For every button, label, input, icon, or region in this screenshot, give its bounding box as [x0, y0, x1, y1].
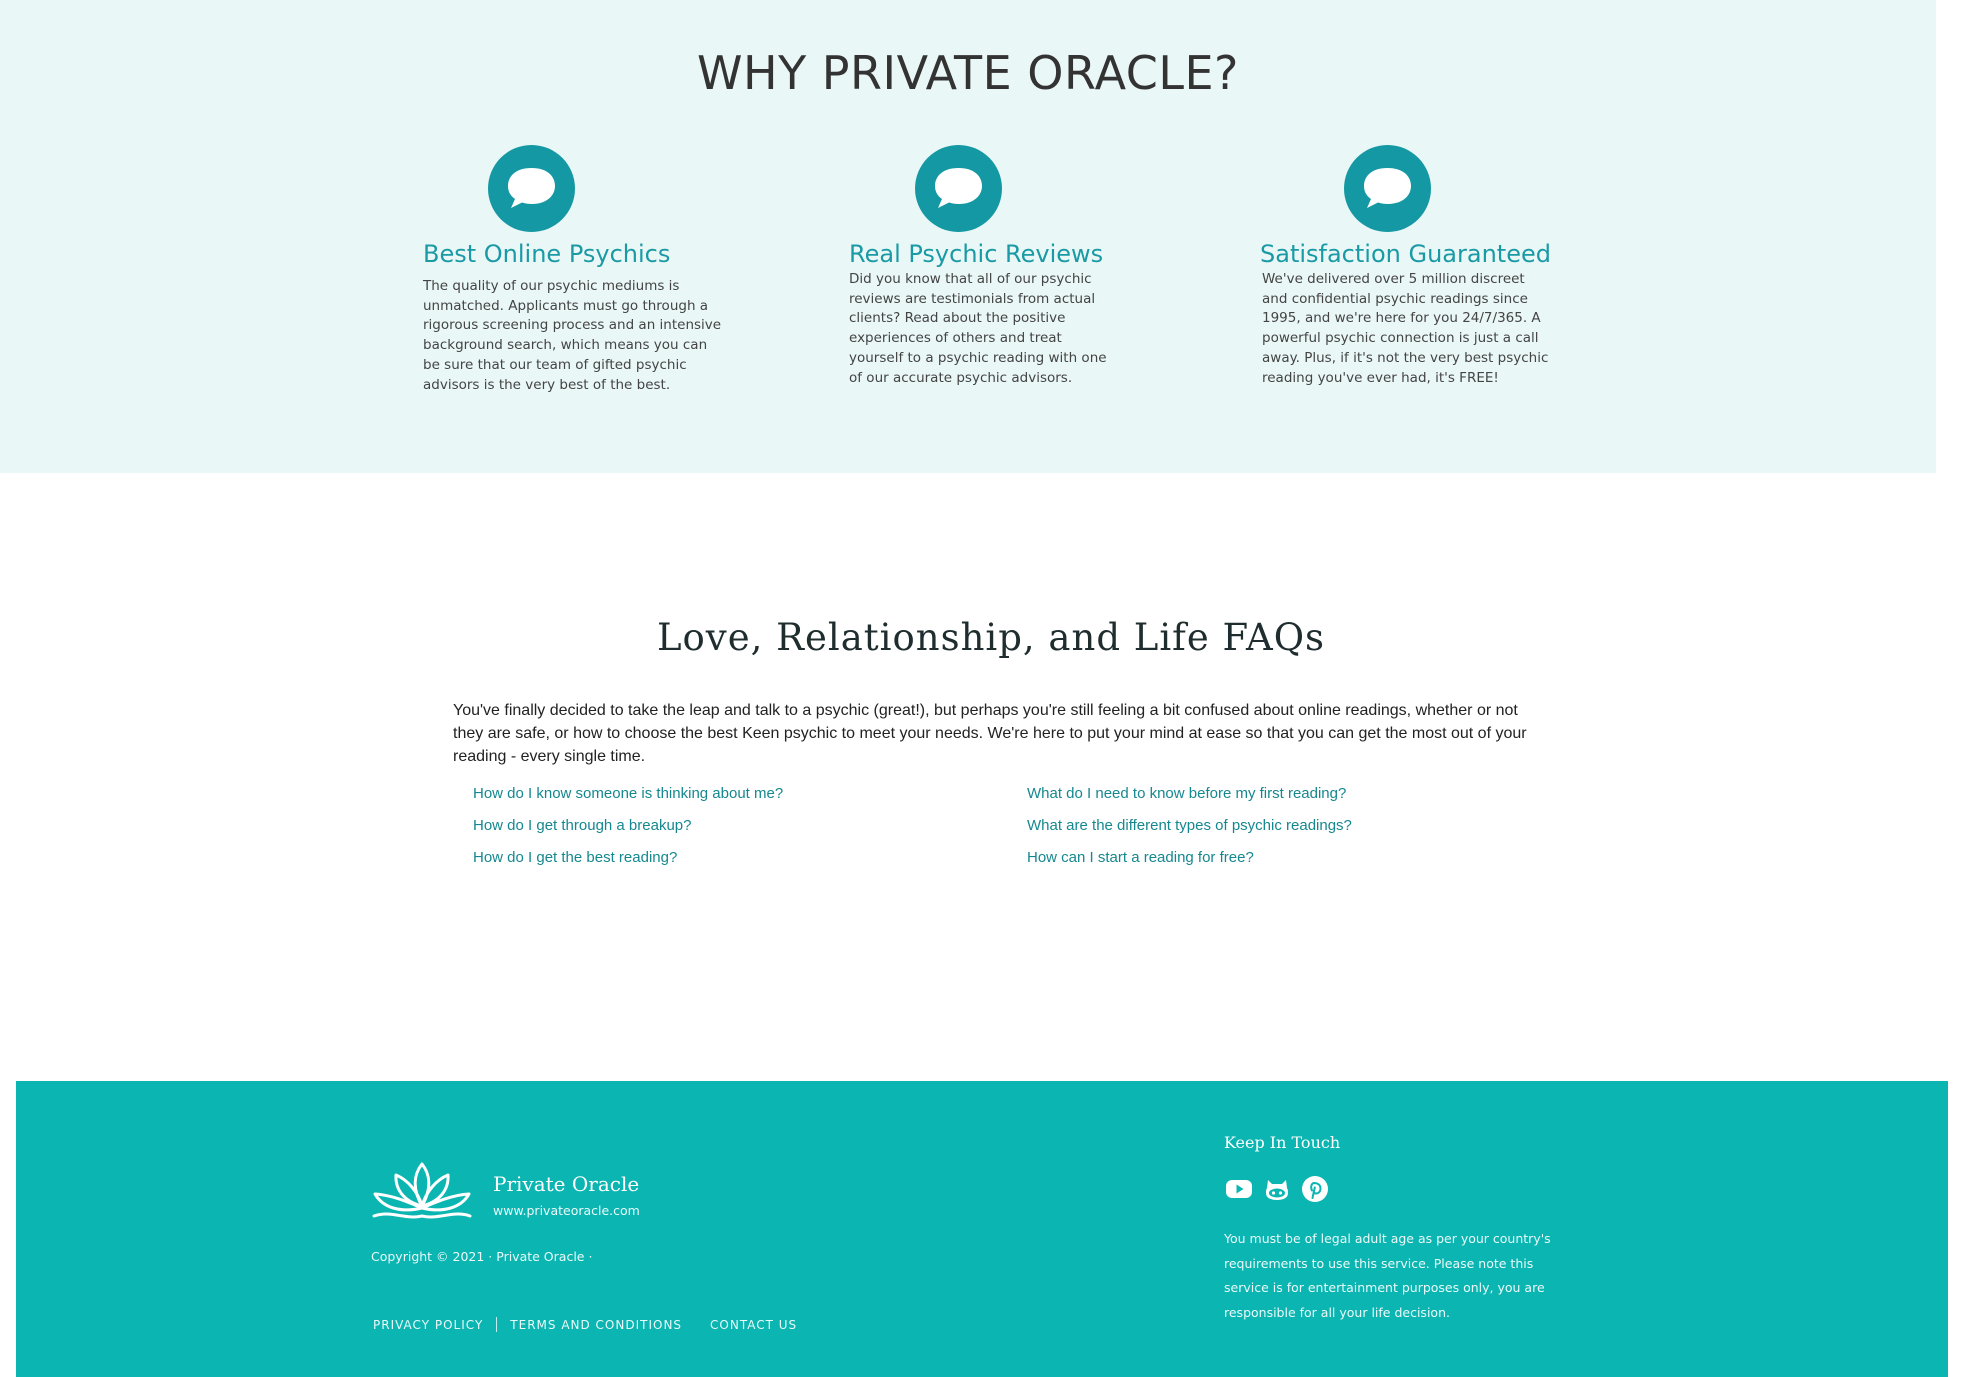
disclaimer-text: You must be of legal adult age as per yo… — [1224, 1231, 1551, 1320]
feature-text: We've delivered over 5 million discreet … — [1262, 271, 1549, 386]
footer-brand-url[interactable]: www.privateoracle.com — [493, 1203, 640, 1218]
chat-bubble-icon — [915, 145, 1002, 232]
feature-title: Best Online Psychics — [423, 240, 671, 268]
feature-text: The quality of our psychic mediums is un… — [423, 278, 722, 393]
faq-link-free-reading[interactable]: How can I start a reading for free? — [1027, 849, 1254, 866]
feature-text: Did you know that all of our psychic rev… — [849, 271, 1107, 386]
privacy-policy-link[interactable]: PRIVACY POLICY — [373, 1318, 483, 1332]
divider — [496, 1317, 498, 1332]
keep-in-touch-heading: Keep In Touch — [1224, 1133, 1341, 1152]
chat-bubble-icon — [488, 145, 575, 232]
feature-title: Satisfaction Guaranteed — [1260, 240, 1551, 268]
faq-intro: You've finally decided to take the leap … — [453, 702, 1527, 765]
footer: Private Oracle www.privateoracle.com Cop… — [16, 1081, 1948, 1377]
chat-bubble-icon — [1344, 145, 1431, 232]
feature-title: Real Psychic Reviews — [849, 240, 1104, 268]
terms-and-conditions-link[interactable]: TERMS AND CONDITIONS — [510, 1318, 682, 1332]
contact-us-link[interactable]: CONTACT US — [710, 1318, 797, 1332]
lotus-logo-icon[interactable] — [370, 1161, 474, 1227]
footer-legal-links: PRIVACY POLICY TERMS AND CONDITIONS CONT… — [373, 1317, 797, 1332]
faq-title: Love, Relationship, and Life FAQs — [656, 616, 1326, 659]
why-title: WHY PRIVATE ORACLE? — [697, 46, 1239, 100]
footer-brand-name: Private Oracle — [493, 1172, 640, 1196]
youtube-icon[interactable] — [1224, 1174, 1254, 1204]
faq-link-breakup[interactable]: How do I get through a breakup? — [473, 817, 691, 834]
faq-link-types-of-readings[interactable]: What are the different types of psychic … — [1027, 817, 1352, 834]
copyright-text: Copyright © 2021 · Private Oracle · — [371, 1249, 593, 1264]
faq-link-best-reading[interactable]: How do I get the best reading? — [473, 849, 677, 866]
why-section: WHY PRIVATE ORACLE? Best Online Psychics… — [0, 0, 1936, 473]
faq-link-thinking-about-me[interactable]: How do I know someone is thinking about … — [473, 785, 783, 802]
faq-link-first-reading[interactable]: What do I need to know before my first r… — [1027, 785, 1346, 802]
github-icon[interactable] — [1262, 1174, 1292, 1204]
pinterest-icon[interactable] — [1300, 1174, 1330, 1204]
